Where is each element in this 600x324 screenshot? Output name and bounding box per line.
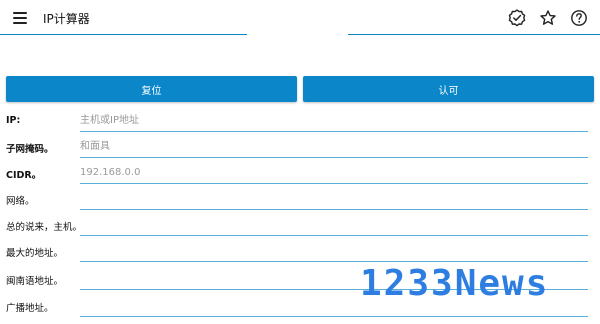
menu-icon[interactable]	[13, 12, 27, 24]
cidr-row: CIDR。	[0, 162, 600, 188]
help-icon[interactable]	[569, 8, 589, 28]
watermark-logo: 1233News	[360, 264, 596, 304]
total-hosts-row: 总的说来，主机。	[0, 214, 600, 240]
tab-indicator-line	[348, 34, 600, 35]
confirm-button[interactable]: 认可	[303, 76, 594, 102]
network-label: 网络。	[6, 196, 35, 207]
subnet-mask-row: 子网掩码。	[0, 136, 600, 162]
watermark-text: 1233News	[360, 263, 550, 304]
min-address-label: 闽南语地址。	[6, 276, 64, 287]
ip-row: IP:	[0, 110, 600, 136]
total-hosts-label: 总的说来，主机。	[6, 222, 83, 233]
app-bar: IP计算器	[0, 0, 600, 36]
star-icon[interactable]	[538, 8, 558, 28]
network-field[interactable]	[80, 188, 588, 210]
total-hosts-field[interactable]	[80, 214, 588, 236]
network-row: 网络。	[0, 188, 600, 214]
max-address-label: 最大的地址。	[6, 248, 64, 259]
reset-button[interactable]: 复位	[6, 76, 297, 102]
verified-badge-icon[interactable]	[507, 8, 527, 28]
tab-indicator-line	[0, 34, 247, 35]
app-title: IP计算器	[43, 12, 90, 26]
broadcast-label: 广播地址。	[6, 303, 54, 314]
cidr-input[interactable]	[80, 162, 588, 184]
ip-input[interactable]	[80, 110, 588, 132]
subnet-mask-input[interactable]	[80, 136, 588, 158]
subnet-mask-label: 子网掩码。	[6, 144, 54, 155]
cidr-label: CIDR。	[6, 170, 42, 181]
ip-label: IP:	[6, 115, 21, 126]
max-address-field[interactable]	[80, 240, 588, 262]
